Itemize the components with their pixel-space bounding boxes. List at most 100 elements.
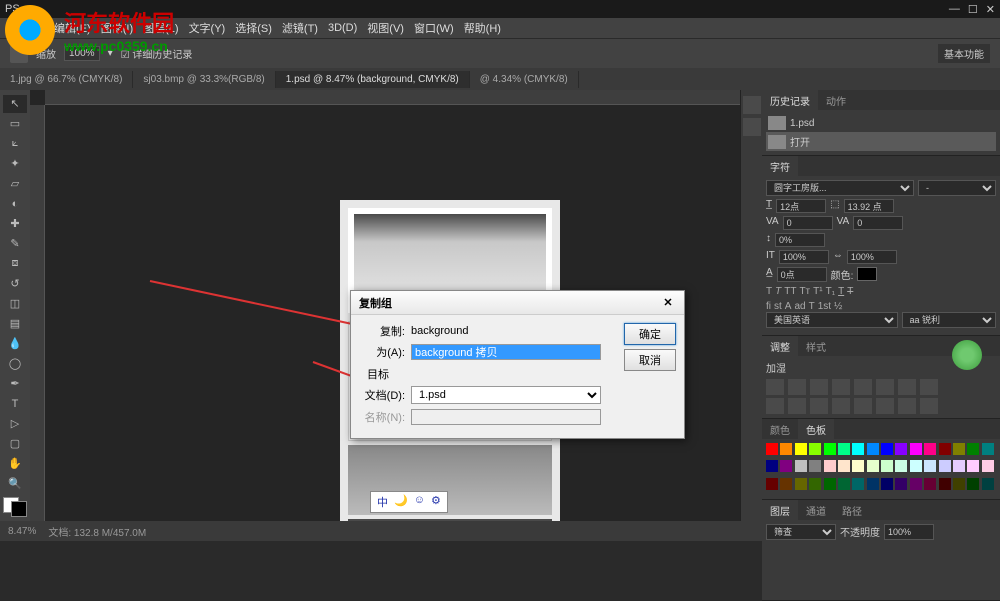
tab-1[interactable]: 1.jpg @ 66.7% (CMYK/8): [0, 71, 133, 88]
crop-tool[interactable]: ▱: [3, 175, 27, 193]
swatch-item[interactable]: [852, 478, 864, 490]
layers-tab[interactable]: 图层: [762, 500, 798, 520]
swatch-item[interactable]: [910, 478, 922, 490]
leading-input[interactable]: [844, 199, 894, 213]
swatch-item[interactable]: [910, 443, 922, 455]
menu-help[interactable]: 帮助(H): [461, 20, 504, 36]
actions-tab[interactable]: 动作: [818, 90, 854, 110]
minimize-button[interactable]: —: [949, 3, 960, 16]
paths-tab[interactable]: 路径: [834, 500, 870, 520]
swatch-item[interactable]: [852, 443, 864, 455]
eyedropper-tool[interactable]: ◐: [3, 195, 27, 213]
swatch-item[interactable]: [824, 443, 836, 455]
background-swatch[interactable]: [11, 501, 27, 517]
swatch-item[interactable]: [852, 460, 864, 472]
stamp-tool[interactable]: ⧈: [3, 255, 27, 273]
lasso-tool[interactable]: ⟀: [3, 135, 27, 153]
ordinal-icon[interactable]: 1st: [818, 301, 831, 312]
swatch-item[interactable]: [809, 478, 821, 490]
underline-icon[interactable]: T: [838, 286, 844, 297]
adjust-tab[interactable]: 调整: [762, 336, 798, 356]
pen-tool[interactable]: ✒: [3, 375, 27, 393]
swatch-item[interactable]: [809, 443, 821, 455]
font-style-select[interactable]: -: [918, 180, 996, 196]
swatch-item[interactable]: [910, 460, 922, 472]
chevron-icon[interactable]: ▾: [108, 48, 113, 59]
swatch-item[interactable]: [953, 460, 965, 472]
color-swatches[interactable]: [3, 497, 27, 517]
swatch-item[interactable]: [780, 478, 792, 490]
exposure-icon[interactable]: [832, 379, 850, 395]
menu-edit[interactable]: 编辑(E): [51, 20, 94, 36]
swatch-item[interactable]: [924, 460, 936, 472]
menu-view[interactable]: 视图(V): [364, 20, 407, 36]
history-option[interactable]: ☑ 详细历史记录: [121, 46, 193, 61]
menu-filter[interactable]: 滤镜(T): [279, 20, 321, 36]
maximize-button[interactable]: ☐: [968, 3, 978, 16]
swatch-item[interactable]: [924, 443, 936, 455]
baseline-input[interactable]: [777, 267, 827, 282]
history-brush-tool[interactable]: ↺: [3, 275, 27, 293]
vibrance-icon[interactable]: [854, 379, 872, 395]
dodge-tool[interactable]: ◯: [3, 355, 27, 373]
swatch-item[interactable]: [838, 478, 850, 490]
brush-tool[interactable]: ✎: [3, 235, 27, 253]
channels-tab[interactable]: 通道: [798, 500, 834, 520]
gradient-tool[interactable]: ▤: [3, 315, 27, 333]
swatch-item[interactable]: [867, 460, 879, 472]
wand-tool[interactable]: ✦: [3, 155, 27, 173]
ime-moon-icon[interactable]: 🌙: [394, 494, 408, 510]
close-button[interactable]: ✕: [986, 3, 995, 16]
history-step-row[interactable]: 打开: [766, 132, 996, 151]
alt-a-icon[interactable]: A: [785, 301, 792, 312]
width-input[interactable]: [847, 250, 897, 264]
menu-select[interactable]: 选择(S): [232, 20, 275, 36]
character-tab[interactable]: 字符: [762, 156, 798, 176]
cancel-button[interactable]: 取消: [624, 349, 676, 371]
swatch-item[interactable]: [795, 460, 807, 472]
zoom-tool[interactable]: 🔍: [3, 474, 27, 492]
font-size-input[interactable]: [776, 199, 826, 213]
swatch-item[interactable]: [953, 478, 965, 490]
hue-icon[interactable]: [876, 379, 894, 395]
ruler-vertical[interactable]: [30, 105, 45, 521]
move-tool[interactable]: ↖: [3, 95, 27, 113]
current-tool-icon[interactable]: [10, 45, 28, 63]
strip-icon-2[interactable]: [743, 118, 761, 136]
brightness-icon[interactable]: [766, 379, 784, 395]
fraction-icon[interactable]: ½: [834, 301, 842, 312]
swatch-item[interactable]: [939, 443, 951, 455]
swatch-item[interactable]: [939, 460, 951, 472]
italic-icon[interactable]: T: [775, 286, 781, 297]
swatch-item[interactable]: [924, 478, 936, 490]
ime-gear-icon[interactable]: ⚙: [431, 494, 441, 510]
swatch-item[interactable]: [766, 460, 778, 472]
status-zoom[interactable]: 8.47%: [8, 526, 36, 537]
color-tab[interactable]: 颜色: [762, 419, 798, 439]
strip-icon-1[interactable]: [743, 96, 761, 114]
bw-icon[interactable]: [920, 379, 938, 395]
posterize-icon[interactable]: [854, 398, 872, 414]
swatch-item[interactable]: [780, 460, 792, 472]
levels-icon[interactable]: [788, 379, 806, 395]
swatch-item[interactable]: [881, 443, 893, 455]
doc-select[interactable]: 1.psd: [411, 386, 601, 404]
dialog-titlebar[interactable]: 复制组 ✕: [351, 291, 684, 315]
strike-icon[interactable]: T: [847, 286, 853, 297]
status-doc-info[interactable]: 文档: 132.8 M/457.0M: [48, 524, 146, 539]
superscript-icon[interactable]: T¹: [813, 286, 822, 297]
swatch-item[interactable]: [838, 460, 850, 472]
swatch-item[interactable]: [881, 460, 893, 472]
history-tab[interactable]: 历史记录: [762, 90, 818, 110]
menu-image[interactable]: 图像(I): [98, 20, 136, 36]
text-color-swatch[interactable]: [857, 267, 877, 281]
lookup-icon[interactable]: [810, 398, 828, 414]
swatch-item[interactable]: [982, 443, 994, 455]
photo-filter-icon[interactable]: [766, 398, 784, 414]
font-select[interactable]: 圆字工房版...: [766, 180, 914, 196]
hand-tool[interactable]: ✋: [3, 454, 27, 472]
eraser-tool[interactable]: ◫: [3, 295, 27, 313]
gradient-map-icon[interactable]: [898, 398, 916, 414]
bold-icon[interactable]: T: [766, 286, 772, 297]
swatch-item[interactable]: [967, 478, 979, 490]
